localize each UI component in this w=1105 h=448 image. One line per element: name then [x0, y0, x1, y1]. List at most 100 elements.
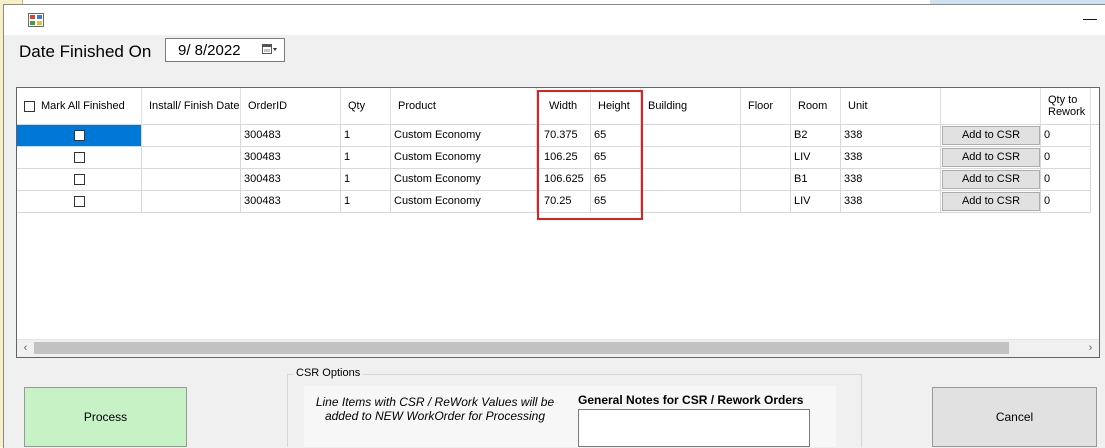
add-to-csr-button[interactable]: Add to CSR — [942, 170, 1040, 189]
add-to-csr-button[interactable]: Add to CSR — [942, 126, 1040, 145]
column-room[interactable]: Room — [791, 88, 841, 124]
qty-cell[interactable]: 1 — [341, 169, 391, 191]
cancel-button[interactable]: Cancel — [932, 387, 1097, 447]
unit-cell[interactable]: 338 — [841, 125, 941, 147]
room-cell[interactable]: LIV — [791, 191, 841, 213]
qty-to-rework-cell[interactable]: 0 — [1041, 147, 1091, 169]
order-id-cell[interactable]: 300483 — [241, 147, 341, 169]
qty-cell[interactable]: 1 — [341, 147, 391, 169]
column-label: Building — [648, 100, 688, 112]
row-finished-cell[interactable] — [17, 191, 142, 213]
width-cell[interactable]: 70.25 — [537, 191, 591, 213]
row-finished-cell[interactable] — [17, 169, 142, 191]
qty-cell[interactable]: 1 — [341, 125, 391, 147]
product-cell[interactable]: Custom Economy — [391, 147, 537, 169]
height-cell[interactable]: 65 — [591, 147, 641, 169]
column-label: Room — [798, 100, 828, 112]
column-building[interactable]: Building — [641, 88, 741, 124]
width-cell[interactable]: 70.375 — [537, 125, 591, 147]
grid-header: Mark All Finished Install/ Finish Date O… — [17, 88, 1099, 125]
csr-cell: Add to CSR — [941, 125, 1041, 147]
column-install-finish-date[interactable]: Install/ Finish Date — [142, 88, 241, 124]
install-finish-date-cell[interactable] — [142, 125, 241, 147]
product-cell[interactable]: Custom Economy — [391, 169, 537, 191]
row-finished-checkbox[interactable] — [74, 174, 85, 185]
row-finished-checkbox[interactable] — [74, 196, 85, 207]
general-notes-label: General Notes for CSR / Rework Orders — [578, 393, 804, 407]
room-cell[interactable]: LIV — [791, 147, 841, 169]
column-floor[interactable]: Floor — [741, 88, 791, 124]
floor-cell[interactable] — [741, 125, 791, 147]
mark-all-finished-checkbox[interactable] — [24, 100, 35, 112]
add-to-csr-button[interactable]: Add to CSR — [942, 192, 1040, 211]
order-lines-grid[interactable]: Mark All Finished Install/ Finish Date O… — [16, 87, 1100, 358]
building-cell[interactable] — [641, 191, 741, 213]
add-to-csr-button[interactable]: Add to CSR — [942, 148, 1040, 167]
csr-cell: Add to CSR — [941, 147, 1041, 169]
column-label: Qty to Rework — [1048, 94, 1086, 118]
product-cell[interactable]: Custom Economy — [391, 125, 537, 147]
row-finished-checkbox[interactable] — [74, 152, 85, 163]
column-label: Width — [549, 100, 578, 112]
csr-cell: Add to CSR — [941, 191, 1041, 213]
floor-cell[interactable] — [741, 169, 791, 191]
unit-cell[interactable]: 338 — [841, 169, 941, 191]
column-width[interactable]: Width — [537, 88, 591, 124]
column-mark-all-finished[interactable]: Mark All Finished — [17, 88, 142, 124]
order-id-cell[interactable]: 300483 — [241, 191, 341, 213]
order-id-cell[interactable]: 300483 — [241, 169, 341, 191]
column-label: Height — [598, 100, 630, 112]
height-cell[interactable]: 65 — [591, 191, 641, 213]
width-cell[interactable]: 106.625 — [537, 169, 591, 191]
room-cell[interactable]: B1 — [791, 169, 841, 191]
height-cell[interactable]: 65 — [591, 169, 641, 191]
general-notes-textarea[interactable] — [578, 409, 810, 447]
column-label: Qty — [348, 100, 366, 112]
horizontal-scrollbar[interactable]: ‹ › — [17, 339, 1099, 357]
install-finish-date-cell[interactable] — [142, 147, 241, 169]
height-cell[interactable]: 65 — [591, 125, 641, 147]
column-unit[interactable]: Unit — [841, 88, 941, 124]
row-finished-cell[interactable] — [17, 125, 142, 147]
calendar-dropdown-icon[interactable] — [262, 43, 278, 57]
row-finished-checkbox[interactable] — [74, 130, 85, 141]
app-icon — [28, 13, 44, 27]
table-row[interactable]: 300483 1 Custom Economy 70.375 65 B2 338… — [17, 125, 1099, 147]
building-cell[interactable] — [641, 147, 741, 169]
scroll-left-icon[interactable]: ‹ — [17, 340, 34, 357]
column-qty[interactable]: Qty — [341, 88, 391, 124]
column-qty-to-rework[interactable]: Qty to Rework — [1041, 88, 1091, 124]
scroll-right-icon[interactable]: › — [1082, 340, 1099, 357]
title-bar: — — [4, 5, 1105, 35]
qty-to-rework-cell[interactable]: 0 — [1041, 169, 1091, 191]
qty-to-rework-cell[interactable]: 0 — [1041, 125, 1091, 147]
table-row[interactable]: 300483 1 Custom Economy 106.625 65 B1 33… — [17, 169, 1099, 191]
table-row[interactable]: 300483 1 Custom Economy 70.25 65 LIV 338… — [17, 191, 1099, 213]
column-add-to-csr[interactable] — [941, 88, 1041, 124]
width-cell[interactable]: 106.25 — [537, 147, 591, 169]
date-finished-picker[interactable]: 9/ 8/2022 — [165, 38, 285, 62]
table-row[interactable]: 300483 1 Custom Economy 106.25 65 LIV 33… — [17, 147, 1099, 169]
process-button[interactable]: Process — [24, 387, 187, 447]
install-finish-date-cell[interactable] — [142, 191, 241, 213]
product-cell[interactable]: Custom Economy — [391, 191, 537, 213]
scrollbar-thumb[interactable] — [34, 342, 1009, 354]
row-finished-cell[interactable] — [17, 147, 142, 169]
unit-cell[interactable]: 338 — [841, 147, 941, 169]
order-id-cell[interactable]: 300483 — [241, 125, 341, 147]
column-label: Mark All Finished — [41, 100, 125, 112]
floor-cell[interactable] — [741, 191, 791, 213]
qty-cell[interactable]: 1 — [341, 191, 391, 213]
unit-cell[interactable]: 338 — [841, 191, 941, 213]
minimize-icon[interactable]: — — [1082, 9, 1098, 29]
floor-cell[interactable] — [741, 147, 791, 169]
building-cell[interactable] — [641, 169, 741, 191]
install-finish-date-cell[interactable] — [142, 169, 241, 191]
column-product[interactable]: Product — [391, 88, 537, 124]
column-height[interactable]: Height — [591, 88, 641, 124]
qty-to-rework-cell[interactable]: 0 — [1041, 191, 1091, 213]
csr-info-text: Line Items with CSR / ReWork Values will… — [315, 395, 555, 423]
column-order-id[interactable]: OrderID — [241, 88, 341, 124]
building-cell[interactable] — [641, 125, 741, 147]
room-cell[interactable]: B2 — [791, 125, 841, 147]
